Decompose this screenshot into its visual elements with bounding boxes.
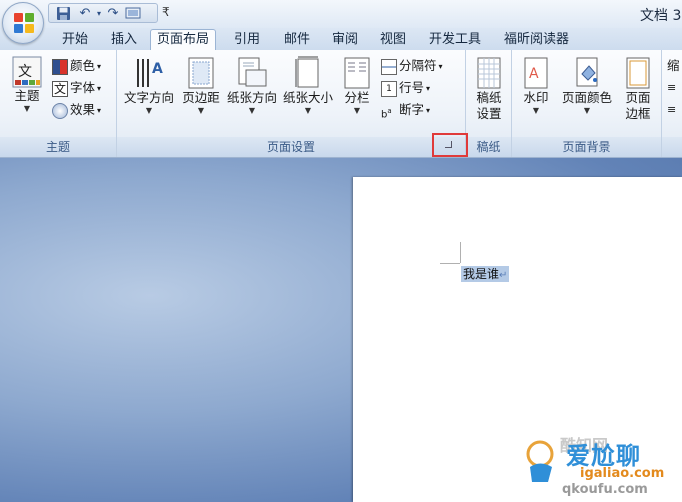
- group-label-page-background: 页面背景: [512, 137, 661, 157]
- font-icon: 文: [52, 80, 68, 97]
- tab-mailings[interactable]: 邮件: [284, 30, 310, 50]
- title-bar: ↶ ▾ ↷ ₹ 文档 3: [0, 0, 682, 28]
- text-direction-button[interactable]: A 文字方向 ▼: [120, 56, 178, 116]
- margins-button[interactable]: 页边距 ▼: [178, 56, 224, 116]
- tab-developer[interactable]: 开发工具: [429, 30, 481, 50]
- breaks-button[interactable]: 分隔符 ▾: [381, 57, 443, 77]
- paint-bucket-icon: [573, 56, 601, 90]
- group-label-themes: 主题: [0, 137, 116, 157]
- page-break-icon: [381, 58, 397, 75]
- tab-review[interactable]: 审阅: [332, 30, 358, 50]
- group-draft-paper: 稿纸 设置 稿纸: [466, 50, 512, 157]
- chevron-down-icon: ▾: [97, 83, 102, 93]
- line-numbers-button[interactable]: 1 行号 ▾: [381, 79, 430, 99]
- margin-crop-mark: [460, 242, 461, 263]
- chevron-down-icon: ▾: [97, 105, 102, 115]
- site-watermark: 酷知网 爱尬聊 igaliao.com qkoufu.com: [522, 432, 682, 502]
- paper-size-icon: [294, 56, 322, 90]
- window-title: 文档 3: [640, 8, 682, 24]
- print-preview-icon[interactable]: [125, 6, 141, 21]
- indent-label: 缩: [667, 58, 680, 73]
- orientation-button[interactable]: 纸张方向 ▼: [224, 56, 280, 116]
- group-label-draft-paper: 稿纸: [466, 137, 511, 157]
- draft-paper-icon: [476, 56, 502, 90]
- office-logo-icon: [14, 13, 34, 33]
- columns-button[interactable]: 分栏 ▼: [338, 56, 376, 116]
- watermark-url-text: igaliao.com: [580, 466, 665, 481]
- margins-icon: [187, 56, 215, 90]
- group-label-paragraph-partial: [662, 137, 682, 157]
- tab-page-layout[interactable]: 页面布局: [150, 29, 217, 51]
- chevron-down-icon: ▼: [23, 104, 31, 113]
- chevron-down-icon: ▾: [97, 61, 102, 71]
- group-themes: 文 主题 ▼ 颜色 ▾ 文字体 ▾ 效果 ▾ 主题: [0, 50, 117, 157]
- chevron-down-icon: ▼: [248, 106, 256, 115]
- theme-effects-button[interactable]: 效果 ▾: [52, 101, 101, 121]
- margin-crop-mark: [440, 263, 460, 264]
- tab-insert[interactable]: 插入: [111, 30, 137, 50]
- page-setup-launcher-highlight: [432, 133, 468, 157]
- quick-access-toolbar: ↶ ▾ ↷: [48, 3, 158, 23]
- chevron-down-icon: ▾: [438, 61, 443, 71]
- size-button[interactable]: 纸张大小 ▼: [280, 56, 336, 116]
- tab-home[interactable]: 开始: [62, 30, 88, 50]
- themes-icon: 文: [12, 56, 42, 88]
- themes-label: 主题: [14, 88, 40, 103]
- redo-icon[interactable]: ↷: [105, 6, 121, 21]
- chevron-down-icon: ▼: [145, 106, 153, 115]
- theme-fonts-button[interactable]: 文字体 ▾: [52, 79, 101, 99]
- save-icon[interactable]: [55, 6, 71, 21]
- line-numbers-icon: 1: [381, 80, 397, 97]
- chevron-down-icon: ▾: [426, 105, 431, 115]
- themes-button[interactable]: 文 主题 ▼: [6, 56, 48, 114]
- svg-text:A: A: [529, 66, 539, 82]
- watermark-url-text-2: qkoufu.com: [562, 482, 648, 497]
- chevron-down-icon: ▼: [532, 106, 540, 115]
- chevron-down-icon: ▾: [426, 83, 431, 93]
- draft-paper-settings-button[interactable]: 稿纸 设置: [468, 56, 510, 122]
- customize-qat-icon[interactable]: ₹: [162, 5, 170, 19]
- chevron-down-icon: ▼: [304, 106, 312, 115]
- group-label-page-setup: 页面设置: [117, 137, 465, 157]
- text-direction-icon: A: [133, 56, 165, 90]
- group-page-setup: A 文字方向 ▼ 页边距 ▼ 纸张方向 ▼ 纸张大小 ▼ 分栏 ▼ 分隔符 ▾ …: [117, 50, 466, 157]
- tab-view[interactable]: 视图: [380, 30, 406, 50]
- tab-foxit-reader[interactable]: 福昕阅读器: [504, 30, 569, 50]
- page-borders-icon: [625, 56, 651, 90]
- columns-icon: [343, 56, 371, 90]
- hyphenation-button[interactable]: ba 断字 ▾: [381, 101, 430, 121]
- effects-icon: [52, 102, 68, 119]
- hyphenation-icon: ba: [381, 106, 392, 120]
- indent-left-icon[interactable]: ≡: [667, 79, 676, 99]
- watermark-button[interactable]: A 水印 ▼: [516, 56, 556, 116]
- chevron-down-icon: ▼: [197, 106, 205, 115]
- office-button[interactable]: [2, 2, 44, 44]
- watermark-icon: A: [523, 56, 549, 90]
- orientation-icon: [236, 56, 268, 90]
- ribbon-tabs: 开始 插入 页面布局 引用 邮件 审阅 视图 开发工具 福昕阅读器: [0, 28, 682, 51]
- chevron-down-icon: ▼: [353, 106, 361, 115]
- group-page-background: A 水印 ▼ 页面颜色 ▼ 页面 边框 页面背景: [512, 50, 662, 157]
- tab-references[interactable]: 引用: [234, 30, 260, 50]
- indent-right-icon[interactable]: ≡: [667, 101, 676, 121]
- paragraph-mark-icon: ↵: [499, 270, 508, 281]
- selected-text[interactable]: 我是谁↵: [461, 266, 510, 282]
- page-color-button[interactable]: 页面颜色 ▼: [558, 56, 616, 116]
- palette-icon: [52, 58, 68, 75]
- theme-colors-button[interactable]: 颜色 ▾: [52, 57, 101, 77]
- chevron-down-icon: ▼: [583, 106, 591, 115]
- ribbon: 文 主题 ▼ 颜色 ▾ 文字体 ▾ 效果 ▾ 主题 A 文字方向 ▼ 页边距 ▼…: [0, 50, 682, 158]
- group-paragraph-partial: 缩 ≡ ≡: [662, 50, 682, 157]
- page-borders-button[interactable]: 页面 边框: [618, 56, 658, 122]
- svg-text:A: A: [152, 61, 163, 77]
